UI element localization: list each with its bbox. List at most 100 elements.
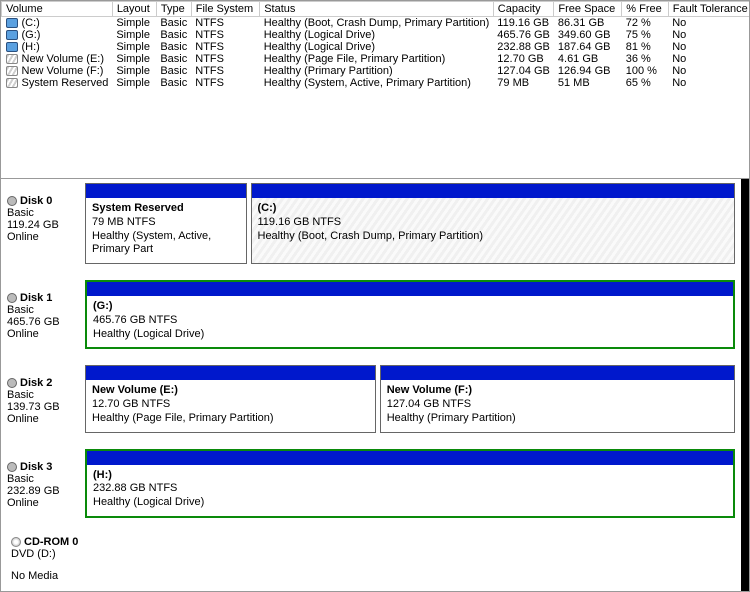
partition[interactable]: New Volume (E:)12.70 GB NTFSHealthy (Pag… [85, 365, 376, 432]
cell-layout: Simple [112, 77, 156, 89]
partition-status: Healthy (Logical Drive) [93, 496, 727, 510]
partition-title: New Volume (F:) [387, 384, 728, 398]
cell-name: New Volume (F:) [2, 65, 113, 77]
cell-name: (G:) [2, 29, 113, 41]
volume-row[interactable]: New Volume (F:)SimpleBasicNTFSHealthy (P… [2, 65, 750, 77]
disk-partitions: (G:)465.76 GB NTFSHealthy (Logical Drive… [85, 280, 735, 349]
drive-icon [6, 42, 18, 52]
partition[interactable]: (H:)232.88 GB NTFSHealthy (Logical Drive… [85, 449, 735, 518]
disk-meta: Disk 3Basic232.89 GBOnline [7, 449, 85, 518]
partition-size: 232.88 GB NTFS [93, 482, 727, 496]
cell-status: Healthy (Boot, Crash Dump, Primary Parti… [260, 17, 494, 30]
disk-state: Online [7, 413, 85, 425]
drive-icon [6, 18, 18, 28]
disk-state: Online [7, 497, 85, 509]
disk-kind: Basic [7, 304, 85, 316]
cell-free: 126.94 GB [554, 65, 622, 77]
column-header[interactable]: % Free [622, 2, 668, 17]
cell-ft: No [668, 29, 749, 41]
column-header[interactable]: Type [156, 2, 191, 17]
disk-partitions: New Volume (E:)12.70 GB NTFSHealthy (Pag… [85, 365, 735, 432]
cell-status: Healthy (Logical Drive) [260, 41, 494, 53]
partition[interactable]: (G:)465.76 GB NTFSHealthy (Logical Drive… [85, 280, 735, 349]
column-header[interactable]: Volume [2, 2, 113, 17]
cdrom-name: CD-ROM 0 [24, 536, 78, 548]
disk-state: Online [7, 328, 85, 340]
partition-body: New Volume (F:)127.04 GB NTFSHealthy (Pr… [381, 380, 734, 431]
column-header[interactable]: Capacity [493, 2, 554, 17]
partition-title: New Volume (E:) [92, 384, 369, 398]
cell-ft: No [668, 53, 749, 65]
cell-ft: No [668, 65, 749, 77]
disk-kind: Basic [7, 207, 85, 219]
cell-pct: 100 % [622, 65, 668, 77]
cell-free: 349.60 GB [554, 29, 622, 41]
column-header[interactable]: Fault Tolerance [668, 2, 749, 17]
cell-name: New Volume (E:) [2, 53, 113, 65]
cell-status: Healthy (Primary Partition) [260, 65, 494, 77]
partition-status: Healthy (System, Active, Primary Part [92, 230, 240, 258]
cell-fs: NTFS [191, 41, 259, 53]
disk-block[interactable]: Disk 0Basic119.24 GBOnlineSystem Reserve… [1, 179, 741, 276]
column-header[interactable]: File System [191, 2, 259, 17]
cell-name: System Reserved [2, 77, 113, 89]
partition-header-bar [86, 366, 375, 380]
cell-pct: 72 % [622, 17, 668, 30]
cell-pct: 75 % [622, 29, 668, 41]
disk-name: Disk 0 [20, 195, 52, 207]
cell-fs: NTFS [191, 53, 259, 65]
cell-pct: 81 % [622, 41, 668, 53]
partition[interactable]: System Reserved79 MB NTFSHealthy (System… [85, 183, 247, 264]
volume-row[interactable]: (G:)SimpleBasicNTFSHealthy (Logical Driv… [2, 29, 750, 41]
cell-layout: Simple [112, 29, 156, 41]
cell-ft: No [668, 41, 749, 53]
drive-icon-striped [6, 66, 18, 76]
partition-size: 465.76 GB NTFS [93, 314, 727, 328]
cell-ft: No [668, 17, 749, 30]
cell-cap: 12.70 GB [493, 53, 554, 65]
disk-meta: Disk 0Basic119.24 GBOnline [7, 183, 85, 264]
cell-name: (C:) [2, 17, 113, 30]
disk-icon [7, 293, 17, 303]
column-header[interactable]: Free Space [554, 2, 622, 17]
cdrom-block[interactable]: CD-ROM 0DVD (D:)No Media [1, 530, 741, 591]
volume-table[interactable]: VolumeLayoutTypeFile SystemStatusCapacit… [1, 1, 749, 89]
volume-row[interactable]: (H:)SimpleBasicNTFSHealthy (Logical Driv… [2, 41, 750, 53]
cell-pct: 36 % [622, 53, 668, 65]
disk-state: Online [7, 231, 85, 243]
disk-block[interactable]: Disk 1Basic465.76 GBOnline(G:)465.76 GB … [1, 276, 741, 361]
partition-status: Healthy (Logical Drive) [93, 328, 727, 342]
volume-row[interactable]: New Volume (E:)SimpleBasicNTFSHealthy (P… [2, 53, 750, 65]
partition-header-bar [86, 184, 246, 198]
partition[interactable]: New Volume (F:)127.04 GB NTFSHealthy (Pr… [380, 365, 735, 432]
partition[interactable]: (C:)119.16 GB NTFSHealthy (Boot, Crash D… [251, 183, 736, 264]
partition-body: (C:)119.16 GB NTFSHealthy (Boot, Crash D… [252, 198, 735, 263]
disk-graphic-pane[interactable]: Disk 0Basic119.24 GBOnlineSystem Reserve… [1, 179, 749, 591]
cell-free: 51 MB [554, 77, 622, 89]
disk-icon [7, 378, 17, 388]
partition-size: 127.04 GB NTFS [387, 398, 728, 412]
partition-header-bar [252, 184, 735, 198]
cell-type: Basic [156, 41, 191, 53]
partition-status: Healthy (Boot, Crash Dump, Primary Parti… [258, 230, 729, 244]
disk-block[interactable]: Disk 3Basic232.89 GBOnline(H:)232.88 GB … [1, 445, 741, 530]
cell-status: Healthy (System, Active, Primary Partiti… [260, 77, 494, 89]
partition-title: (G:) [93, 300, 727, 314]
disk-block[interactable]: Disk 2Basic139.73 GBOnlineNew Volume (E:… [1, 361, 741, 444]
disk-kind: Basic [7, 473, 85, 485]
cell-free: 187.64 GB [554, 41, 622, 53]
partition-body: New Volume (E:)12.70 GB NTFSHealthy (Pag… [86, 380, 375, 431]
disk-size: 465.76 GB [7, 316, 85, 328]
volume-row[interactable]: (C:)SimpleBasicNTFSHealthy (Boot, Crash … [2, 17, 750, 30]
disk-meta: Disk 2Basic139.73 GBOnline [7, 365, 85, 432]
column-header[interactable]: Status [260, 2, 494, 17]
cell-layout: Simple [112, 65, 156, 77]
column-header[interactable]: Layout [112, 2, 156, 17]
cell-type: Basic [156, 53, 191, 65]
volume-row[interactable]: System ReservedSimpleBasicNTFSHealthy (S… [2, 77, 750, 89]
partition-body: (G:)465.76 GB NTFSHealthy (Logical Drive… [87, 296, 733, 347]
disk-kind: Basic [7, 389, 85, 401]
volume-list-pane[interactable]: VolumeLayoutTypeFile SystemStatusCapacit… [1, 1, 749, 179]
cell-fs: NTFS [191, 29, 259, 41]
cell-status: Healthy (Page File, Primary Partition) [260, 53, 494, 65]
